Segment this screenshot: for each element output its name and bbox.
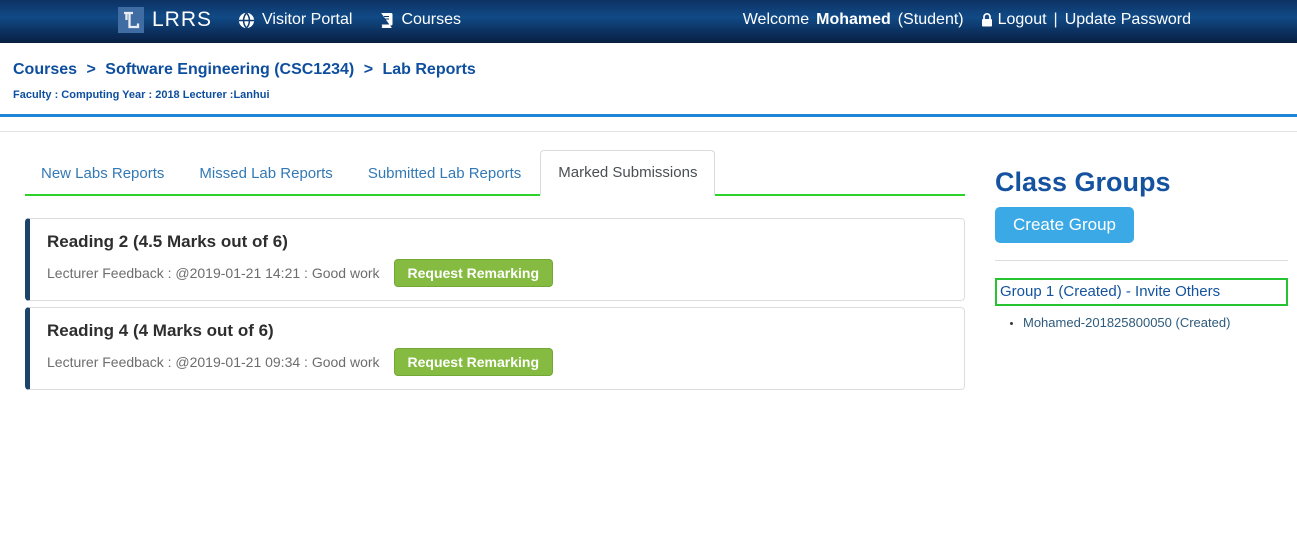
tab-new-labs-reports[interactable]: New Labs Reports [25, 153, 180, 194]
group-member-list: Mohamed-201825800050 (Created) [995, 315, 1288, 330]
nav-link-label: Visitor Portal [262, 11, 352, 29]
create-group-button[interactable]: Create Group [995, 207, 1134, 243]
username-text: Mohamed [816, 11, 891, 29]
logout-link[interactable]: Logout [998, 11, 1047, 29]
marked-submissions-list: Reading 2 (4.5 Marks out of 6) Lecturer … [25, 218, 965, 390]
tab-missed-lab-reports[interactable]: Missed Lab Reports [183, 153, 348, 194]
course-meta-text: Faculty : Computing Year : 2018 Lecturer… [13, 89, 1297, 101]
report-tabs: New Labs Reports Missed Lab Reports Subm… [25, 150, 965, 196]
lock-icon [980, 12, 994, 28]
group-item-box[interactable]: Group 1 (Created) - Invite Others [995, 278, 1288, 306]
update-password-link[interactable]: Update Password [1065, 11, 1191, 29]
sidebar-divider [995, 260, 1288, 261]
request-remarking-button[interactable]: Request Remarking [394, 348, 553, 376]
report-card: Reading 2 (4.5 Marks out of 6) Lecturer … [25, 218, 965, 301]
report-title: Reading 4 (4 Marks out of 6) [47, 321, 948, 341]
report-card: Reading 4 (4 Marks out of 6) Lecturer Fe… [25, 307, 965, 390]
breadcrumb-separator: > [86, 61, 95, 78]
breadcrumb-courses[interactable]: Courses [13, 61, 77, 78]
role-text: (Student) [898, 11, 964, 29]
class-groups-heading: Class Groups [995, 167, 1288, 198]
brand-text: LRRS [152, 8, 212, 32]
brand-link[interactable]: LRRS [118, 7, 212, 33]
top-navbar: LRRS Visitor Portal Courses Welcom [0, 0, 1297, 43]
reports-panel: New Labs Reports Missed Lab Reports Subm… [25, 150, 965, 390]
welcome-text: Welcome [743, 11, 809, 29]
breadcrumb-section: Courses > Software Engineering (CSC1234)… [0, 43, 1297, 101]
group-member-item: Mohamed-201825800050 (Created) [1023, 315, 1288, 330]
gray-divider [0, 131, 1297, 132]
nav-link-visitor-portal[interactable]: Visitor Portal [238, 11, 352, 29]
book-icon [378, 12, 394, 28]
breadcrumb-course-name[interactable]: Software Engineering (CSC1234) [105, 61, 354, 78]
tab-marked-submissions[interactable]: Marked Submissions [540, 150, 715, 196]
request-remarking-button[interactable]: Request Remarking [394, 259, 553, 287]
report-title: Reading 2 (4.5 Marks out of 6) [47, 232, 948, 252]
breadcrumb-separator: > [364, 61, 373, 78]
tab-submitted-lab-reports[interactable]: Submitted Lab Reports [352, 153, 537, 194]
lrrs-logo-icon [118, 7, 144, 33]
nav-link-label: Courses [401, 11, 461, 29]
nav-link-courses[interactable]: Courses [378, 11, 461, 29]
content-area: New Labs Reports Missed Lab Reports Subm… [0, 150, 1297, 390]
breadcrumb-lab-reports[interactable]: Lab Reports [382, 61, 475, 78]
lecturer-feedback-text: Lecturer Feedback : @2019-01-21 09:34 : … [47, 354, 380, 370]
class-groups-sidebar: Class Groups Create Group Group 1 (Creat… [995, 167, 1288, 330]
nav-separator: | [1054, 11, 1058, 29]
breadcrumb: Courses > Software Engineering (CSC1234)… [13, 61, 1297, 79]
group-invite-link[interactable]: Group 1 (Created) - Invite Others [1000, 283, 1220, 300]
globe-icon [238, 12, 255, 29]
blue-divider [0, 114, 1297, 117]
lecturer-feedback-text: Lecturer Feedback : @2019-01-21 14:21 : … [47, 265, 380, 281]
